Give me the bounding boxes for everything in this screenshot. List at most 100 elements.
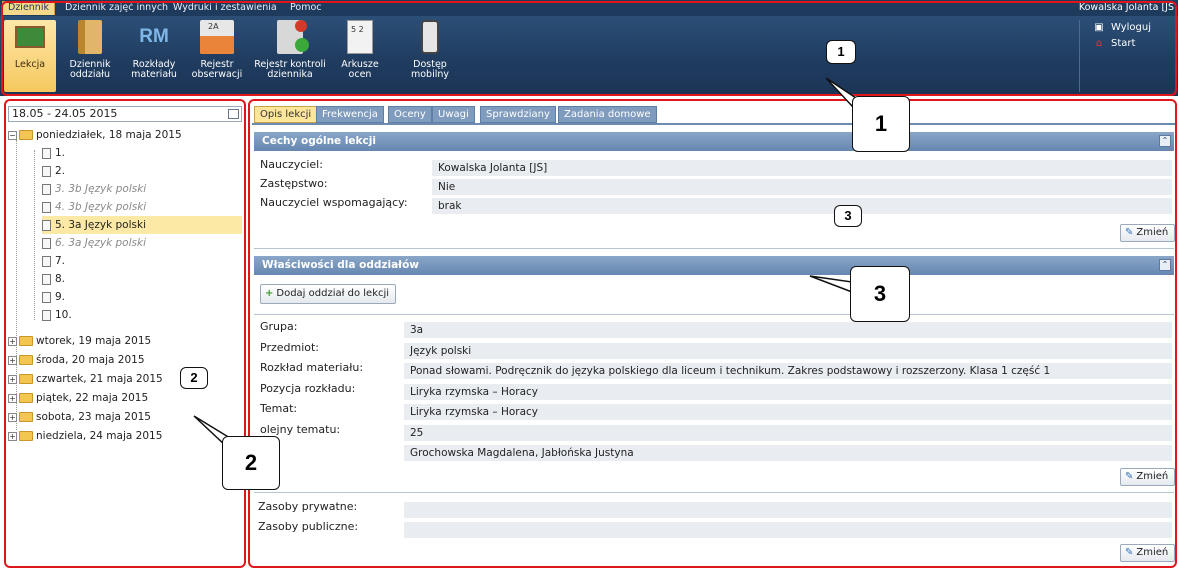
tab-0[interactable]: Opis lekcji — [254, 106, 318, 123]
expand-node-icon[interactable]: + — [8, 412, 17, 422]
folder-open-icon — [19, 130, 33, 140]
tab-4[interactable]: Sprawdziany — [480, 106, 556, 123]
tree-day-item[interactable]: + środa, 20 maja 2015 — [8, 351, 145, 369]
ribbon-arkusze-button[interactable]: 5 2 Arkusze ocen — [334, 20, 386, 92]
tab-3[interactable]: Uwagi — [432, 106, 475, 123]
grade-sheet-icon: 5 2 — [347, 20, 373, 54]
lesson-document-icon — [42, 219, 51, 231]
lesson-document-icon — [42, 273, 51, 285]
tree-lesson-item[interactable]: 6. 3a Język polski — [42, 234, 146, 252]
add-class-button[interactable]: + Dodaj oddział do lekcji — [260, 284, 397, 304]
class-field-value: 3a — [404, 322, 1172, 338]
tree-lesson-item[interactable]: 9. — [42, 288, 65, 306]
ribbon-lekcja-button[interactable]: Lekcja — [4, 20, 56, 92]
class-field-label: Grupa: — [260, 320, 298, 333]
expand-node-icon[interactable]: + — [8, 355, 17, 365]
ribbon-rozklady-label: Rozkłady materiału — [131, 59, 177, 80]
expand-node-icon[interactable]: + — [8, 393, 17, 403]
tab-1[interactable]: Frekwencja — [316, 106, 384, 123]
classes-section-header: Właściwości dla oddziałów ⌃ — [254, 256, 1174, 275]
menu-dziennik[interactable]: Dziennik — [2, 1, 55, 15]
date-range-field[interactable]: 18.05 - 24.05 2015 — [8, 106, 242, 122]
tree-day-item[interactable]: + niedziela, 24 maja 2015 — [8, 427, 162, 445]
resources-change-button[interactable]: ✎ Zmień — [1120, 544, 1176, 562]
logout-link[interactable]: ▣ Wyloguj — [1093, 22, 1151, 33]
ribbon-dziennik-oddzialu-button[interactable]: Dziennik oddziału — [62, 20, 118, 92]
class-field-value: Język polski — [404, 342, 1172, 359]
ribbon-rejestr-obserwacji-button[interactable]: 2A Rejestr obserwacji — [188, 20, 246, 92]
tree-day-open[interactable]: − poniedziałek, 18 maja 2015 — [8, 126, 182, 144]
tree-lesson-label: 6. 3a Język polski — [55, 237, 146, 249]
tree-connector-line — [34, 150, 35, 320]
tree-day-item[interactable]: + wtorek, 19 maja 2015 — [8, 332, 151, 350]
tree-day-label: czwartek, 21 maja 2015 — [36, 373, 163, 385]
ribbon-rejestr-kontroli-button[interactable]: Rejestr kontroli dziennika — [252, 20, 328, 92]
collapse-section-icon[interactable]: ⌃ — [1159, 259, 1171, 271]
tree-lesson-item[interactable]: 1. — [42, 144, 65, 162]
general-field-label: Nauczyciel: — [260, 158, 323, 171]
tab-2[interactable]: Oceny — [388, 106, 432, 123]
class-field-label: olejny tematu: — [260, 422, 341, 436]
general-change-button[interactable]: ✎ Zmień — [1120, 224, 1176, 242]
start-label: Start — [1111, 38, 1136, 49]
tab-5[interactable]: Zadania domowe — [558, 106, 657, 123]
tree-lesson-item[interactable]: 3. 3b Język polski — [42, 180, 146, 198]
folder-icon — [19, 393, 33, 403]
tree-lesson-item[interactable]: 10. — [42, 306, 72, 324]
padlock-icon: ▣ — [1094, 22, 1104, 33]
tree-lesson-item[interactable]: 5. 3a Język polski — [42, 216, 242, 234]
ribbon-rozklady-button[interactable]: RM Rozkłady materiału — [126, 20, 182, 92]
tree-lesson-label: 1. — [55, 147, 66, 159]
menu-dziennik-zajec-innych[interactable]: Dziennik zajęć innych — [60, 1, 173, 15]
lesson-document-icon — [42, 147, 51, 159]
tree-lesson-item[interactable]: 2. — [42, 162, 65, 180]
menu-pomoc[interactable]: Pomoc — [285, 1, 327, 15]
tree-lesson-item[interactable]: 8. — [42, 270, 65, 288]
pencil-icon: ✎ — [1125, 471, 1134, 482]
section-divider — [254, 314, 1174, 315]
mobile-phone-icon — [421, 20, 439, 54]
folder-icon-glyph: 2A — [208, 22, 219, 31]
tree-day-label: sobota, 23 maja 2015 — [36, 411, 151, 423]
menu-bar: Dziennik Dziennik zajęć innych Wydruki i… — [0, 0, 1178, 16]
ribbon-dostep-mobilny-label: Dostęp mobilny — [410, 59, 450, 80]
classes-section-title: Właściwości dla oddziałów — [262, 259, 419, 271]
tree-day-item[interactable]: + czwartek, 21 maja 2015 — [8, 370, 163, 388]
ribbon-lekcja-label: Lekcja — [14, 59, 46, 70]
folder-icon — [19, 431, 33, 441]
resource-field-label: Zasoby publiczne: — [258, 520, 359, 533]
ribbon-rejestr-obserwacji-label: Rejestr obserwacji — [191, 59, 243, 80]
folder-icon — [19, 374, 33, 384]
folder-icon — [19, 355, 33, 365]
collapse-node-icon[interactable]: − — [8, 130, 17, 140]
callout-small-2: 2 — [180, 367, 208, 389]
lesson-document-icon — [42, 291, 51, 303]
class-field-value: Liryka rzymska – Horacy — [404, 383, 1172, 400]
classes-change-button[interactable]: ✎ Zmień — [1120, 468, 1176, 486]
tree-day-item[interactable]: + piątek, 22 maja 2015 — [8, 389, 148, 407]
tree-lesson-item[interactable]: 4. 3b Język polski — [42, 198, 146, 216]
tree-lesson-item[interactable]: 7. — [42, 252, 65, 270]
collapse-section-icon[interactable]: ⌃ — [1159, 135, 1171, 147]
callout-big-3: 3 — [850, 266, 910, 322]
lesson-document-icon — [42, 183, 51, 195]
class-field-value: Grochowska Magdalena, Jabłońska Justyna — [404, 445, 1172, 461]
tree-lesson-label: 2. — [55, 165, 66, 177]
tree-day-label: poniedziałek, 18 maja 2015 — [36, 129, 182, 141]
expand-node-icon[interactable]: + — [8, 336, 17, 346]
lesson-document-icon — [42, 237, 51, 249]
start-link[interactable]: ⌂ Start — [1093, 38, 1136, 49]
callout-big-2: 2 — [222, 436, 280, 490]
expand-node-icon[interactable]: + — [8, 374, 17, 384]
menu-wydruki[interactable]: Wydruki i zestawienia — [168, 1, 282, 15]
ribbon-dostep-mobilny-button[interactable]: Dostęp mobilny — [404, 20, 456, 92]
current-user-name: Kowalska Jolanta [JS — [1078, 2, 1174, 13]
tree-day-item[interactable]: + sobota, 23 maja 2015 — [8, 408, 151, 426]
tree-day-label: piątek, 22 maja 2015 — [36, 392, 149, 404]
folder-icon — [19, 412, 33, 422]
general-section-header: Cechy ogólne lekcji ⌃ — [254, 132, 1174, 151]
folder-icon — [19, 336, 33, 346]
class-field-label: Przedmiot: — [260, 340, 320, 354]
calendar-icon[interactable] — [228, 109, 239, 119]
expand-node-icon[interactable]: + — [8, 431, 17, 441]
